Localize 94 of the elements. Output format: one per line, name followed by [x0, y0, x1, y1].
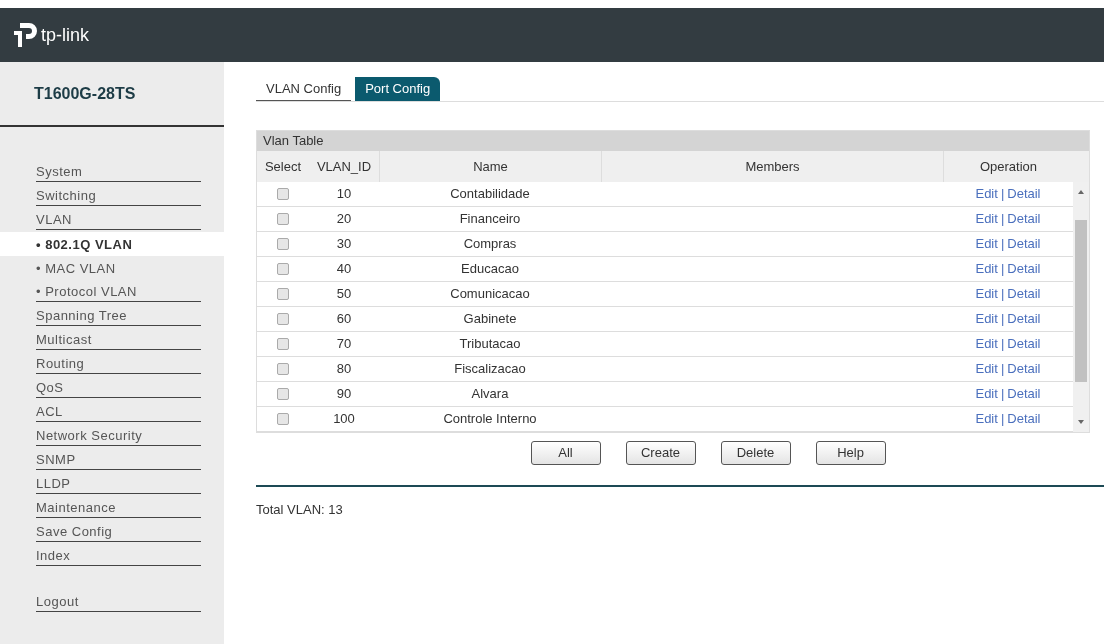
table-cell-text: Comunicacao	[450, 285, 530, 304]
row-checkbox[interactable]	[277, 263, 289, 275]
total-count: Total VLAN: 13	[256, 502, 343, 517]
tab[interactable]: Port Config	[355, 77, 441, 101]
detail-link[interactable]: Detail	[1007, 184, 1041, 204]
table-cell-text: 90	[336, 385, 352, 404]
table-cell-text: Gabinete	[463, 310, 517, 329]
row-checkbox[interactable]	[277, 188, 289, 200]
table-cell-text: 80	[336, 360, 352, 379]
logout-link[interactable]: Logout	[36, 591, 201, 612]
detail-link[interactable]: Detail	[1007, 359, 1041, 379]
action-button[interactable]: Delete	[720, 441, 791, 465]
detail-link[interactable]: Detail	[1007, 284, 1041, 304]
sidebar-item[interactable]: LLDP	[0, 472, 224, 496]
detail-link[interactable]: Detail	[1007, 309, 1041, 329]
link-separator: |	[1000, 335, 1005, 354]
sidebar-item[interactable]: Save Config	[0, 520, 224, 544]
action-button[interactable]: Create	[625, 441, 696, 465]
detail-link[interactable]: Detail	[1007, 409, 1041, 429]
sidebar-item[interactable]: Network Security	[0, 424, 224, 448]
table-cell-text: Fiscalizacao	[454, 360, 526, 379]
row-checkbox[interactable]	[277, 413, 289, 425]
row-checkbox[interactable]	[277, 213, 289, 225]
link-separator: |	[1000, 310, 1005, 329]
column-header: Members	[745, 157, 800, 176]
detail-link[interactable]: Detail	[1007, 209, 1041, 229]
table-cell-text: Financeiro	[459, 210, 521, 229]
column-header: Operation	[979, 157, 1038, 176]
sidebar-item[interactable]: QoS	[0, 376, 224, 400]
table-cell-text: 50	[336, 285, 352, 304]
sidebar-item[interactable]: Routing	[0, 352, 224, 376]
edit-link[interactable]: Edit	[975, 334, 998, 354]
sidebar-item[interactable]: Index	[0, 544, 224, 568]
table-cell-text: 20	[336, 210, 352, 229]
edit-link[interactable]: Edit	[975, 384, 998, 404]
row-checkbox[interactable]	[277, 388, 289, 400]
edit-link[interactable]: Edit	[975, 409, 998, 429]
link-separator: |	[1000, 410, 1005, 429]
table-cell-text: 60	[336, 310, 352, 329]
sidebar-item[interactable]: System	[0, 160, 224, 184]
detail-link[interactable]: Detail	[1007, 234, 1041, 254]
table-cell-text: 100	[333, 410, 355, 429]
edit-link[interactable]: Edit	[975, 209, 998, 229]
link-separator: |	[1000, 385, 1005, 404]
table-cell-text: Compras	[463, 235, 517, 254]
device-model: T1600G-28TS	[34, 83, 136, 104]
table-cell-text: 30	[336, 235, 352, 254]
scrollbar[interactable]	[1073, 182, 1089, 432]
table-cell-text: Alvara	[471, 385, 509, 404]
row-checkbox[interactable]	[277, 313, 289, 325]
table-cell-text: Educacao	[461, 260, 519, 279]
link-separator: |	[1000, 185, 1005, 204]
edit-link[interactable]: Edit	[975, 184, 998, 204]
action-button[interactable]: All	[530, 441, 601, 465]
link-separator: |	[1000, 285, 1005, 304]
sidebar-item[interactable]: Maintenance	[0, 496, 224, 520]
edit-link[interactable]: Edit	[975, 359, 998, 379]
edit-link[interactable]: Edit	[975, 309, 998, 329]
sidebar-item[interactable]: VLAN	[0, 208, 224, 232]
table-cell-text: Controle Interno	[443, 410, 537, 429]
link-separator: |	[1000, 260, 1005, 279]
edit-link[interactable]: Edit	[975, 234, 998, 254]
edit-link[interactable]: Edit	[975, 259, 998, 279]
sidebar-item[interactable]: ACL	[0, 400, 224, 424]
row-checkbox[interactable]	[277, 238, 289, 250]
column-header: VLAN_ID	[316, 157, 372, 176]
link-separator: |	[1000, 360, 1005, 379]
detail-link[interactable]: Detail	[1007, 334, 1041, 354]
column-header: Select	[264, 157, 302, 176]
link-separator: |	[1000, 235, 1005, 254]
row-checkbox[interactable]	[277, 363, 289, 375]
logo-text: tp-link	[41, 23, 89, 47]
sidebar-item[interactable]: Multicast	[0, 328, 224, 352]
edit-link[interactable]: Edit	[975, 284, 998, 304]
table-title: Vlan Table	[263, 132, 324, 151]
sidebar-item[interactable]: • MAC VLAN	[0, 256, 224, 280]
link-separator: |	[1000, 210, 1005, 229]
row-checkbox[interactable]	[277, 338, 289, 350]
table-cell-text: 40	[336, 260, 352, 279]
action-button[interactable]: Help	[815, 441, 886, 465]
detail-link[interactable]: Detail	[1007, 384, 1041, 404]
sidebar-item[interactable]: • Protocol VLAN	[0, 280, 224, 304]
sidebar-item[interactable]: Switching	[0, 184, 224, 208]
table-cell-text: 10	[336, 185, 352, 204]
row-checkbox[interactable]	[277, 288, 289, 300]
sidebar-item[interactable]: Spanning Tree	[0, 304, 224, 328]
sidebar-item[interactable]: • 802.1Q VLAN	[0, 232, 224, 256]
detail-link[interactable]: Detail	[1007, 259, 1041, 279]
logo-icon	[12, 21, 38, 49]
column-header: Name	[473, 157, 508, 176]
table-cell-text: Contabilidade	[450, 185, 530, 204]
table-cell-text: Tributacao	[459, 335, 521, 354]
sidebar-item[interactable]: SNMP	[0, 448, 224, 472]
table-cell-text: 70	[336, 335, 352, 354]
